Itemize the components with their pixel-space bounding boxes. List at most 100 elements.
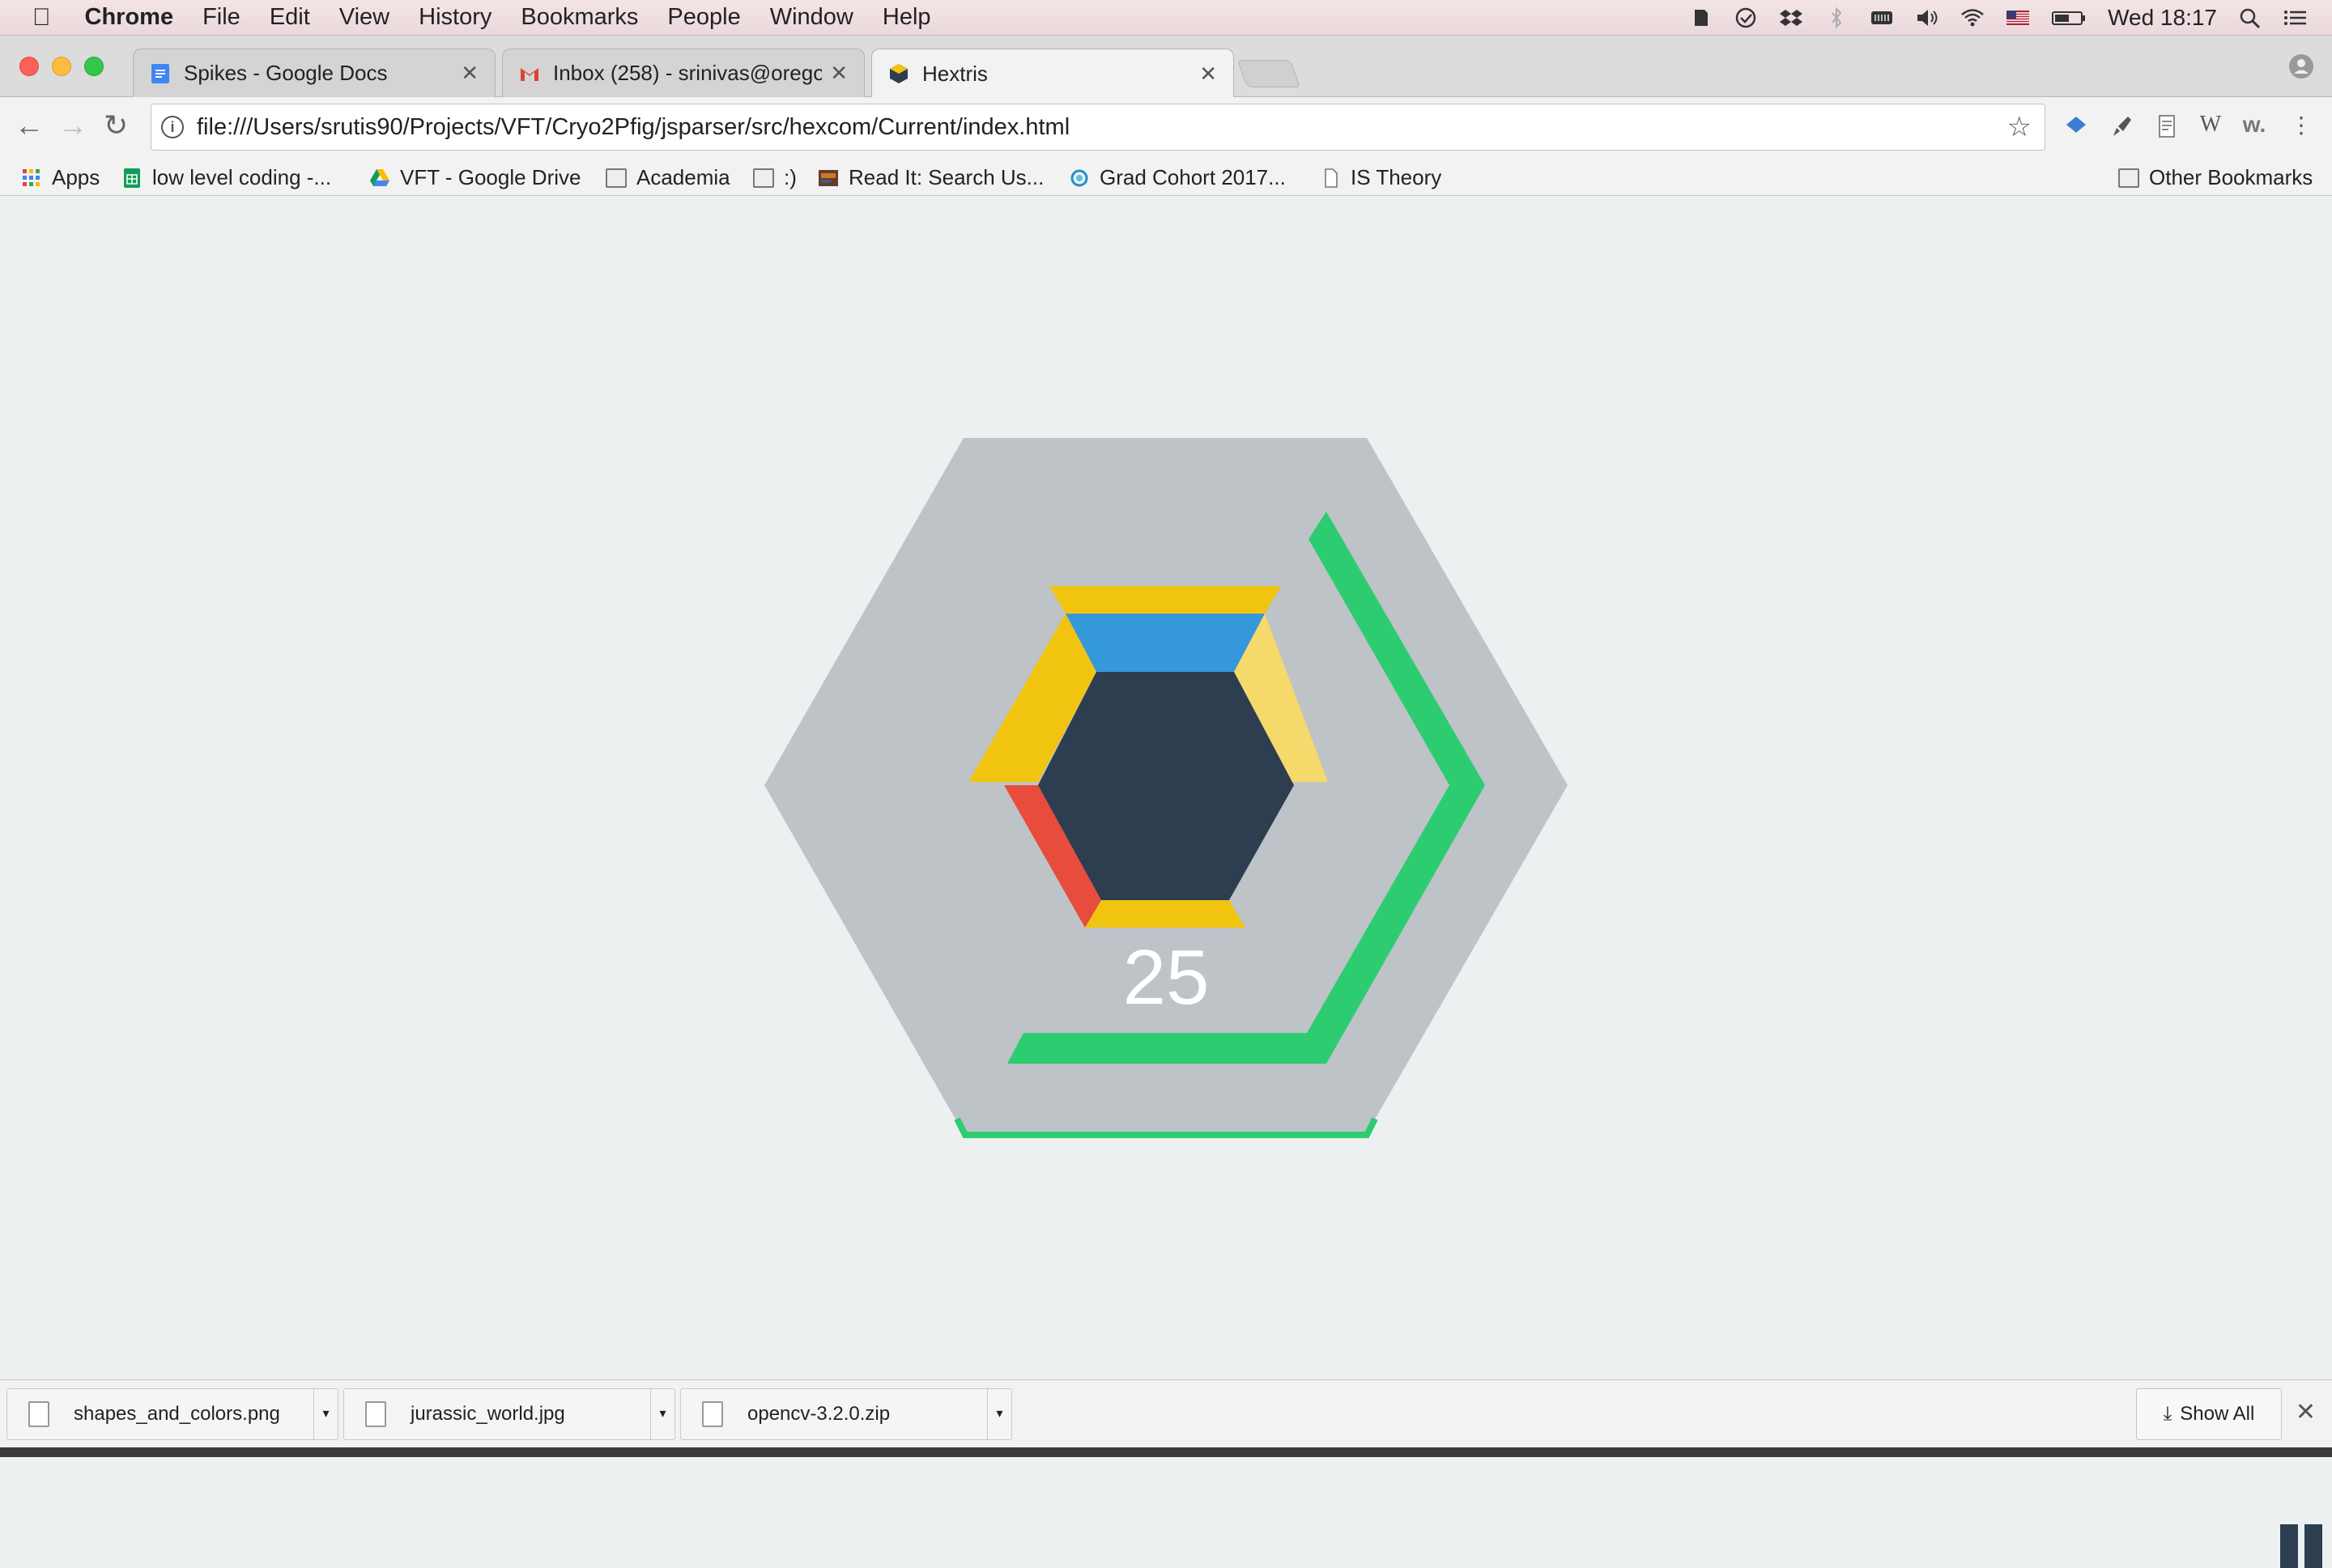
volume-icon[interactable]	[1915, 6, 1939, 29]
bookmark-label: IS Theory	[1351, 165, 1442, 189]
battery-icon[interactable]	[2051, 6, 2087, 29]
tab-title: Spikes - Google Docs	[184, 61, 388, 85]
download-menu-arrow-icon[interactable]: ▾	[987, 1389, 1011, 1439]
url-text[interactable]: file:///Users/srutis90/Projects/VFT/Cryo…	[197, 114, 1070, 141]
menu-history[interactable]: History	[404, 4, 506, 31]
image-icon	[819, 169, 838, 186]
notification-center-icon[interactable]	[2283, 6, 2308, 29]
hextris-game-canvas[interactable]: 25	[0, 197, 2332, 1568]
address-bar[interactable]: i file:///Users/srutis90/Projects/VFT/Cr…	[151, 104, 2045, 151]
spotlight-search-icon[interactable]	[2238, 6, 2262, 29]
file-icon	[28, 1401, 49, 1427]
bluetooth-icon[interactable]	[1824, 6, 1849, 29]
folder-icon	[606, 168, 627, 188]
close-tab-icon[interactable]: ✕	[1199, 62, 1217, 87]
bookmark-label: Academia	[636, 165, 730, 189]
sheets-icon	[124, 168, 140, 188]
desktop-strip	[0, 1447, 2332, 1457]
bookmark-read-it[interactable]: Read It: Search Us...	[818, 165, 1044, 190]
menu-file[interactable]: File	[188, 4, 255, 31]
new-tab-button[interactable]	[1236, 60, 1301, 87]
hextris-icon	[890, 64, 908, 83]
tab-hextris[interactable]: Hextris ✕	[871, 49, 1234, 98]
bookmark-label: VFT - Google Drive	[400, 165, 581, 189]
close-downloads-bar-icon[interactable]: ✕	[2296, 1398, 2316, 1426]
minimize-window-button[interactable]	[52, 57, 71, 76]
menu-window[interactable]: Window	[755, 4, 868, 31]
file-icon	[702, 1401, 723, 1427]
menu-people[interactable]: People	[653, 4, 755, 31]
chrome-menu-icon[interactable]: ⋮	[2287, 112, 2316, 141]
download-item-opencv[interactable]: opencv-3.2.0.zip ▾	[680, 1388, 1012, 1440]
tab-title: Inbox (258) - srinivas@oregons	[553, 61, 823, 85]
menu-edit[interactable]: Edit	[255, 4, 325, 31]
block-blue-top	[1066, 614, 1265, 672]
extension-diamond-icon[interactable]	[2062, 112, 2091, 141]
keyboard-icon[interactable]	[1870, 6, 1894, 29]
close-window-button[interactable]	[19, 57, 39, 76]
bookmark-star-icon[interactable]: ☆	[2007, 111, 2032, 143]
bookmark-is-theory[interactable]: IS Theory	[1320, 165, 1441, 190]
downloads-bar: shapes_and_colors.png ▾ jurassic_world.j…	[0, 1379, 2332, 1447]
close-tab-icon[interactable]: ✕	[830, 61, 848, 86]
tab-title: Hextris	[922, 61, 988, 86]
bookmark-vft-google-drive[interactable]: VFT - Google Drive	[369, 165, 581, 190]
cohort-icon	[1070, 169, 1088, 186]
zoom-window-button[interactable]	[84, 57, 104, 76]
bookmark-smiley-folder[interactable]: :)	[753, 165, 797, 190]
download-item-shapes-and-colors[interactable]: shapes_and_colors.png ▾	[6, 1388, 338, 1440]
info-icon[interactable]: i	[161, 116, 184, 138]
evernote-icon[interactable]	[1688, 6, 1713, 29]
extension-page-icon[interactable]	[2152, 112, 2181, 141]
menu-app-chrome[interactable]: Chrome	[70, 4, 189, 31]
close-tab-icon[interactable]: ✕	[461, 61, 479, 86]
bookmark-grad-cohort[interactable]: Grad Cohort 2017...	[1069, 165, 1286, 190]
hextris-board[interactable]	[0, 197, 2332, 1379]
bookmark-label: :)	[784, 165, 797, 189]
pause-button[interactable]	[2280, 1524, 2326, 1568]
tab-spikes-google-docs[interactable]: Spikes - Google Docs ✕	[133, 49, 496, 97]
us-flag-icon[interactable]	[2006, 6, 2030, 29]
download-filename: shapes_and_colors.png	[74, 1403, 280, 1425]
back-arrow-icon[interactable]: ←	[15, 108, 44, 142]
tab-inbox-gmail[interactable]: Inbox (258) - srinivas@oregons ✕	[502, 49, 865, 97]
mac-menu-bar:  Chrome File Edit View History Bookmark…	[0, 0, 2332, 36]
drive-icon	[370, 168, 389, 186]
bookmark-other-bookmarks[interactable]: Other Bookmarks	[2118, 165, 2313, 190]
download-menu-arrow-icon[interactable]: ▾	[650, 1389, 674, 1439]
clock[interactable]: Wed 18:17	[2108, 5, 2217, 31]
show-all-downloads-button[interactable]: ⤓ Show All	[2136, 1388, 2282, 1440]
extension-w-dot-icon[interactable]: w.	[2240, 112, 2269, 141]
file-icon	[365, 1401, 386, 1427]
reload-icon[interactable]: ↻	[104, 108, 128, 142]
apple-icon[interactable]: 	[0, 4, 70, 32]
download-menu-arrow-icon[interactable]: ▾	[313, 1389, 338, 1439]
show-all-label: Show All	[2180, 1403, 2255, 1425]
bookmark-label: Read It: Search Us...	[849, 165, 1045, 189]
extension-rocket-icon[interactable]	[2107, 112, 2136, 141]
menu-bookmarks[interactable]: Bookmarks	[506, 4, 653, 31]
download-filename: jurassic_world.jpg	[411, 1403, 565, 1425]
wifi-icon[interactable]	[1960, 6, 1985, 29]
bookmark-label: low level coding -...	[152, 165, 332, 189]
forward-arrow-icon[interactable]: →	[58, 108, 87, 142]
tab-strip: Spikes - Google Docs ✕ Inbox (258) - sri…	[0, 36, 2332, 98]
bookmark-low-level-coding[interactable]: low level coding -...	[121, 165, 331, 190]
download-arrow-icon: ⤓	[2163, 1403, 2172, 1425]
download-item-jurassic-world[interactable]: jurassic_world.jpg ▾	[343, 1388, 675, 1440]
menu-view[interactable]: View	[325, 4, 404, 31]
profile-icon[interactable]	[2288, 53, 2314, 79]
extension-wikipedia-icon[interactable]: W	[2196, 112, 2225, 141]
menu-help[interactable]: Help	[868, 4, 946, 31]
download-filename: opencv-3.2.0.zip	[747, 1403, 891, 1425]
folder-icon	[753, 168, 774, 188]
bookmark-apps[interactable]: Apps	[21, 165, 100, 190]
bookmark-label: Grad Cohort 2017...	[1100, 165, 1286, 189]
check-circle-icon[interactable]	[1734, 6, 1758, 29]
dropbox-icon[interactable]	[1779, 6, 1803, 29]
page-icon	[1325, 168, 1338, 188]
bookmark-academia-folder[interactable]: Academia	[606, 165, 730, 190]
apps-grid-icon	[23, 168, 40, 186]
score-display: 25	[1122, 934, 1210, 1021]
bookmarks-bar: Apps low level coding -... VFT - Google …	[0, 157, 2332, 196]
